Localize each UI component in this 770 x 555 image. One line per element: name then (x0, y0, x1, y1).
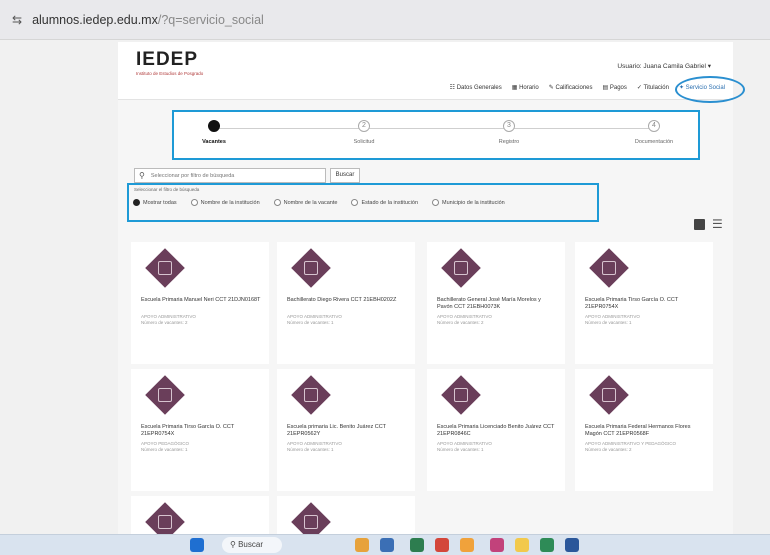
search-field[interactable]: ⚲ (134, 168, 326, 183)
step-vacantes[interactable]: Vacantes (174, 120, 254, 145)
vacancy-card[interactable]: Escuela Primaria Federal Hermanos Flores… (575, 369, 713, 491)
radio-dot[interactable] (273, 199, 281, 206)
user-menu[interactable]: Usuario: Juana Camila Gabriel ▾ (617, 62, 711, 70)
step-label: Solicitud (353, 139, 375, 145)
school-icon-glyph (454, 261, 468, 275)
list-view-icon[interactable]: ☰ (712, 217, 723, 231)
taskbar-search[interactable]: ⚲ Buscar (222, 537, 282, 553)
filter-estado-institucion[interactable]: Estado de la institución (351, 199, 418, 206)
vacancy-card[interactable]: Escuela Primaria Tirso García O. CCT 21E… (131, 369, 269, 491)
folder-icon[interactable] (515, 538, 529, 552)
card-vacancies: Número de vacantes: 1 (141, 447, 188, 452)
school-icon-glyph (158, 261, 172, 275)
card-title: Bachillerato General José María Morelos … (437, 297, 541, 310)
school-icon-glyph (158, 515, 172, 529)
step-label: Documentación (634, 139, 674, 145)
card-vacancies: Número de vacantes: 2 (437, 320, 484, 325)
card-title: Escuela Primaria Federal Hermanos Flores… (585, 424, 691, 437)
nav-titulacion[interactable]: ✓ Titulación (637, 84, 669, 91)
search-button[interactable]: Buscar (330, 168, 360, 183)
school-icon-glyph (602, 261, 616, 275)
step-dot: 2 (358, 120, 370, 132)
filter-nombre-vacante[interactable]: Nombre de la vacante (273, 199, 337, 206)
radio-dot[interactable] (133, 199, 140, 206)
vacancy-card[interactable]: Escuela Primaria Licenciado Benito Juáre… (427, 369, 565, 491)
filter-municipio-institucion[interactable]: Municipio de la institución (432, 199, 505, 206)
nav-highlight-ring (675, 76, 745, 103)
word-icon[interactable] (565, 538, 579, 552)
card-vacancies: Número de vacantes: 1 (437, 447, 484, 452)
step-dot: 3 (503, 120, 515, 132)
stepper-line (214, 128, 653, 129)
school-icon-glyph (304, 261, 318, 275)
card-vacancies: Número de vacantes: 2 (585, 447, 632, 452)
school-icon-glyph (602, 388, 616, 402)
address-bar[interactable]: ⇆ alumnos.iedep.edu.mx/?q=servicio_socia… (0, 0, 770, 40)
filter-mostrar-todas[interactable]: Mostrar todas (133, 199, 177, 206)
site-header: IEDEP Instituto de Estudios de Posgrado … (118, 42, 733, 100)
step-dot: 4 (648, 120, 660, 132)
card-title: Escuela Primaria Manuel Neri CCT 21DJN01… (141, 297, 261, 303)
card-vacancies: Número de vacantes: 1 (287, 447, 334, 452)
vacancy-card[interactable] (131, 496, 269, 542)
step-label: Vacantes (202, 139, 226, 145)
filter-label: Seleccionar el filtro de búsqueda (134, 187, 200, 192)
card-vacancies: Número de vacantes: 1 (585, 320, 632, 325)
vacancy-card[interactable]: Escuela Primaria Tirso García O. CCT 21E… (575, 242, 713, 364)
filter-nombre-institucion[interactable]: Nombre de la institución (190, 199, 260, 206)
radio-dot[interactable] (351, 199, 359, 206)
card-vacancies: Número de vacantes: 1 (287, 320, 334, 325)
school-icon-glyph (454, 388, 468, 402)
taskbar: ⚲ Buscar (0, 534, 770, 555)
task-view-icon[interactable] (380, 538, 394, 552)
stepper: Vacantes 2 Solicitud 3 Registro 4 Docume… (172, 110, 700, 160)
step-label: Registro (498, 139, 520, 145)
grid-view-icon[interactable] (694, 219, 705, 230)
school-icon-glyph (304, 388, 318, 402)
nav-horario[interactable]: ▦ Horario (512, 84, 539, 91)
files-icon[interactable] (460, 538, 474, 552)
store-icon[interactable] (490, 538, 504, 552)
vacancy-card[interactable]: Bachillerato General José María Morelos … (427, 242, 565, 364)
school-icon-glyph (158, 388, 172, 402)
search-input[interactable] (150, 172, 321, 179)
vacancy-card[interactable]: Bachillerato Diego Rivera CCT 21EBH0202Z… (277, 242, 415, 364)
widgets-icon[interactable] (355, 538, 369, 552)
filter-options: Mostrar todas Nombre de la institución N… (133, 199, 505, 206)
card-title: Escuela primaria Lic. Benito Juárez CCT … (287, 424, 386, 437)
step-solicitud[interactable]: 2 Solicitud (324, 120, 404, 145)
vacancy-card[interactable]: Escuela Primaria Manuel Neri CCT 21DJN01… (131, 242, 269, 364)
edge-icon[interactable] (410, 538, 424, 552)
radio-dot[interactable] (190, 199, 198, 206)
nav-calificaciones[interactable]: ✎ Calificaciones (549, 84, 593, 91)
search-icon: ⚲ (139, 171, 145, 180)
step-dot (208, 120, 220, 132)
vacancy-card[interactable]: Escuela primaria Lic. Benito Juárez CCT … (277, 369, 415, 491)
radio-dot[interactable] (432, 199, 440, 206)
windows-start-icon[interactable] (190, 538, 204, 552)
step-documentacion[interactable]: 4 Documentación (614, 120, 694, 145)
card-title: Escuela Primaria Tirso García O. CCT 21E… (585, 297, 679, 310)
nav-pagos[interactable]: ▤ Pagos (603, 84, 627, 91)
vacancy-card[interactable] (277, 496, 415, 542)
logo[interactable]: IEDEP (136, 49, 198, 71)
chrome-icon[interactable] (435, 538, 449, 552)
card-title: Bachillerato Diego Rivera CCT 21EBH0202Z (287, 297, 397, 303)
site-info-icon[interactable]: ⇆ (12, 13, 22, 27)
logo-subtitle: Instituto de Estudios de Posgrado (136, 71, 204, 76)
excel-icon[interactable] (540, 538, 554, 552)
nav-datos-generales[interactable]: ☷ Datos Generales (450, 84, 502, 91)
card-title: Escuela Primaria Licenciado Benito Juáre… (437, 424, 555, 437)
card-title: Escuela Primaria Tirso García O. CCT 21E… (141, 424, 235, 437)
card-vacancies: Número de vacantes: 2 (141, 320, 188, 325)
school-icon-glyph (304, 515, 318, 529)
step-registro[interactable]: 3 Registro (469, 120, 549, 145)
url-text[interactable]: alumnos.iedep.edu.mx/?q=servicio_social (32, 13, 264, 27)
